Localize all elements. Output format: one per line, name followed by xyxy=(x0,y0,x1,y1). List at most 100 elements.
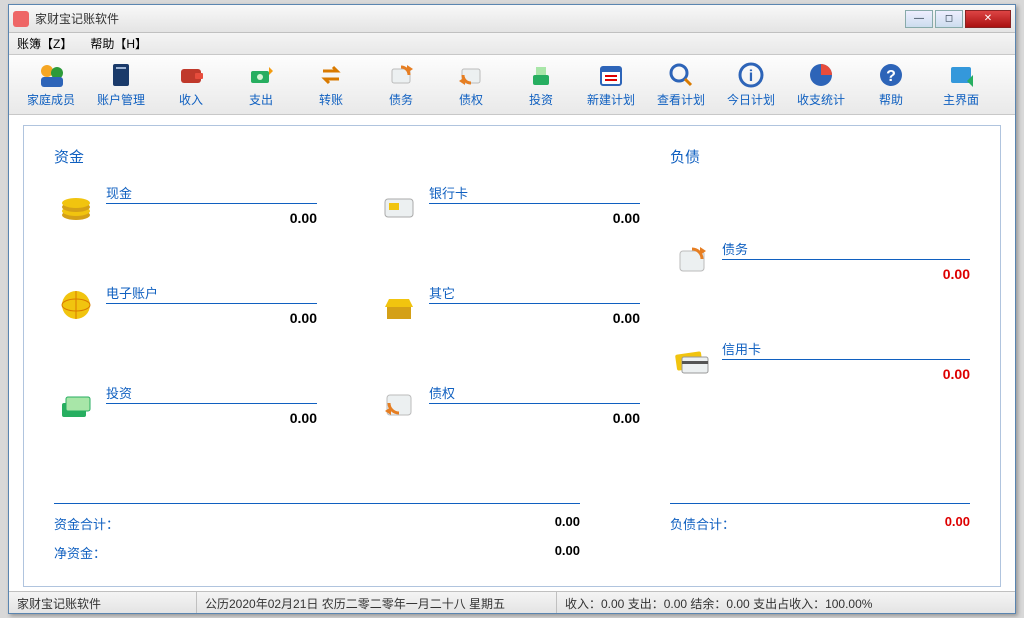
tb-debt-label: 债务 xyxy=(389,91,413,108)
creditcard-icon xyxy=(670,339,714,383)
acct-debt[interactable]: 债务0.00 xyxy=(670,239,970,283)
status-app: 家财宝记账软件 xyxy=(9,592,197,613)
tb-account[interactable]: 账户管理 xyxy=(89,59,153,111)
totals: 资金合计： 0.00 负债合计： 0.00 净资金： 0.00 xyxy=(54,503,970,562)
acct-bank[interactable]: 银行卡 0.00 xyxy=(377,183,640,227)
tb-credit-label: 债权 xyxy=(459,91,483,108)
money-stack-icon xyxy=(54,383,98,427)
maximize-button[interactable]: ◻ xyxy=(935,10,963,28)
tb-expense[interactable]: 支出 xyxy=(229,59,293,111)
menu-help[interactable]: 帮助【H】 xyxy=(90,35,147,52)
pie-chart-icon xyxy=(807,61,835,89)
net-value: 0.00 xyxy=(134,543,580,562)
acct-invest[interactable]: 投资 0.00 xyxy=(54,383,317,427)
tb-invest-label: 投资 xyxy=(529,91,553,108)
title-bar: 家财宝记账软件 — ◻ ✕ xyxy=(9,5,1015,33)
info-icon: i xyxy=(737,61,765,89)
app-window: 家财宝记账软件 — ◻ ✕ 账簿【Z】 帮助【H】 家庭成员 账户管理 收入 支… xyxy=(8,4,1016,614)
tb-help[interactable]: ? 帮助 xyxy=(859,59,923,111)
status-summary: 收入：0.00 支出：0.00 结余：0.00 支出占收入：100.00% xyxy=(557,592,1015,613)
minimize-button[interactable]: — xyxy=(905,10,933,28)
acct-debt-value: 0.00 xyxy=(722,266,970,282)
assets-title: 资金 xyxy=(54,146,640,167)
acct-card-label: 信用卡 xyxy=(722,339,970,360)
liab-total-value: 0.00 xyxy=(750,514,970,533)
assets-total-value: 0.00 xyxy=(134,514,580,533)
close-button[interactable]: ✕ xyxy=(965,10,1011,28)
calendar-new-icon xyxy=(597,61,625,89)
bankcard-icon xyxy=(377,183,421,227)
acct-eacct-label: 电子账户 xyxy=(106,283,317,304)
tb-income[interactable]: 收入 xyxy=(159,59,223,111)
content-panel: 资金 现金0.00 银行卡0.00 电子账户0.00 xyxy=(23,125,1001,587)
acct-cash-value: 0.00 xyxy=(106,210,317,226)
liab-column: 负债 债务0.00 信用卡 0.00 xyxy=(670,146,970,427)
tb-expense-label: 支出 xyxy=(249,91,273,108)
assets-total-label: 资金合计： xyxy=(54,514,134,533)
people-icon xyxy=(37,61,65,89)
wallet-icon xyxy=(177,61,205,89)
status-date: 公历2020年02月21日 农历二零二零年一月二十八 星期五 xyxy=(197,592,557,613)
invest-icon xyxy=(527,61,555,89)
tb-home-label: 主界面 xyxy=(943,91,979,108)
tb-help-label: 帮助 xyxy=(879,91,903,108)
assets-area: 资金 现金0.00 银行卡0.00 电子账户0.00 xyxy=(54,146,970,427)
tb-account-label: 账户管理 xyxy=(97,91,145,108)
tb-newplan[interactable]: 新建计划 xyxy=(579,59,643,111)
svg-text:?: ? xyxy=(886,68,896,85)
liab-total-label: 负债合计： xyxy=(670,514,750,533)
window-buttons: — ◻ ✕ xyxy=(905,10,1011,28)
acct-credit[interactable]: 债权 0.00 xyxy=(377,383,640,427)
help-icon: ? xyxy=(877,61,905,89)
box-icon xyxy=(377,283,421,327)
acct-cash-label: 现金 xyxy=(106,183,317,204)
net-label: 净资金： xyxy=(54,543,134,562)
acct-card[interactable]: 信用卡 0.00 xyxy=(670,339,970,383)
tb-income-label: 收入 xyxy=(179,91,203,108)
tb-viewplan-label: 查看计划 xyxy=(657,91,705,108)
coins-icon xyxy=(54,183,98,227)
status-bar: 家财宝记账软件 公历2020年02月21日 农历二零二零年一月二十八 星期五 收… xyxy=(9,591,1015,613)
acct-cash[interactable]: 现金 0.00 xyxy=(54,183,317,227)
book-icon xyxy=(107,61,135,89)
home-icon xyxy=(947,61,975,89)
tb-transfer-label: 转账 xyxy=(319,91,343,108)
tb-today[interactable]: i 今日计划 xyxy=(719,59,783,111)
receivable-icon xyxy=(377,383,421,427)
tb-invest[interactable]: 投资 xyxy=(509,59,573,111)
tb-family-label: 家庭成员 xyxy=(27,91,75,108)
tb-viewplan[interactable]: 查看计划 xyxy=(649,59,713,111)
acct-invest-label: 投资 xyxy=(106,383,317,404)
cash-out-icon xyxy=(247,61,275,89)
tb-debt[interactable]: 债务 xyxy=(369,59,433,111)
tb-newplan-label: 新建计划 xyxy=(587,91,635,108)
tb-transfer[interactable]: 转账 xyxy=(299,59,363,111)
globe-money-icon xyxy=(54,283,98,327)
assets-column: 资金 现金0.00 银行卡0.00 电子账户0.00 xyxy=(54,146,640,427)
acct-card-value: 0.00 xyxy=(722,366,970,382)
acct-invest-value: 0.00 xyxy=(106,410,317,426)
tb-stats[interactable]: 收支统计 xyxy=(789,59,853,111)
liab-title: 负债 xyxy=(670,146,970,167)
svg-text:i: i xyxy=(749,68,753,85)
menu-ledger[interactable]: 账簿【Z】 xyxy=(17,35,72,52)
tb-today-label: 今日计划 xyxy=(727,91,775,108)
payable-icon xyxy=(670,239,714,283)
transfer-icon xyxy=(317,61,345,89)
acct-other[interactable]: 其它0.00 xyxy=(377,283,640,327)
toolbar: 家庭成员 账户管理 收入 支出 转账 债务 债权 投资 新建计划 查看计划 i今… xyxy=(9,55,1015,115)
tb-family[interactable]: 家庭成员 xyxy=(19,59,83,111)
tb-credit[interactable]: 债权 xyxy=(439,59,503,111)
app-icon xyxy=(13,11,29,27)
window-title: 家财宝记账软件 xyxy=(35,10,905,27)
menu-bar: 账簿【Z】 帮助【H】 xyxy=(9,33,1015,55)
acct-bank-label: 银行卡 xyxy=(429,183,640,204)
acct-eacct[interactable]: 电子账户0.00 xyxy=(54,283,317,327)
magnifier-icon xyxy=(667,61,695,89)
tb-home[interactable]: 主界面 xyxy=(929,59,993,111)
acct-credit-value: 0.00 xyxy=(429,410,640,426)
acct-other-value: 0.00 xyxy=(429,310,640,326)
credit-icon xyxy=(457,61,485,89)
acct-bank-value: 0.00 xyxy=(429,210,640,226)
acct-credit-label: 债权 xyxy=(429,383,640,404)
